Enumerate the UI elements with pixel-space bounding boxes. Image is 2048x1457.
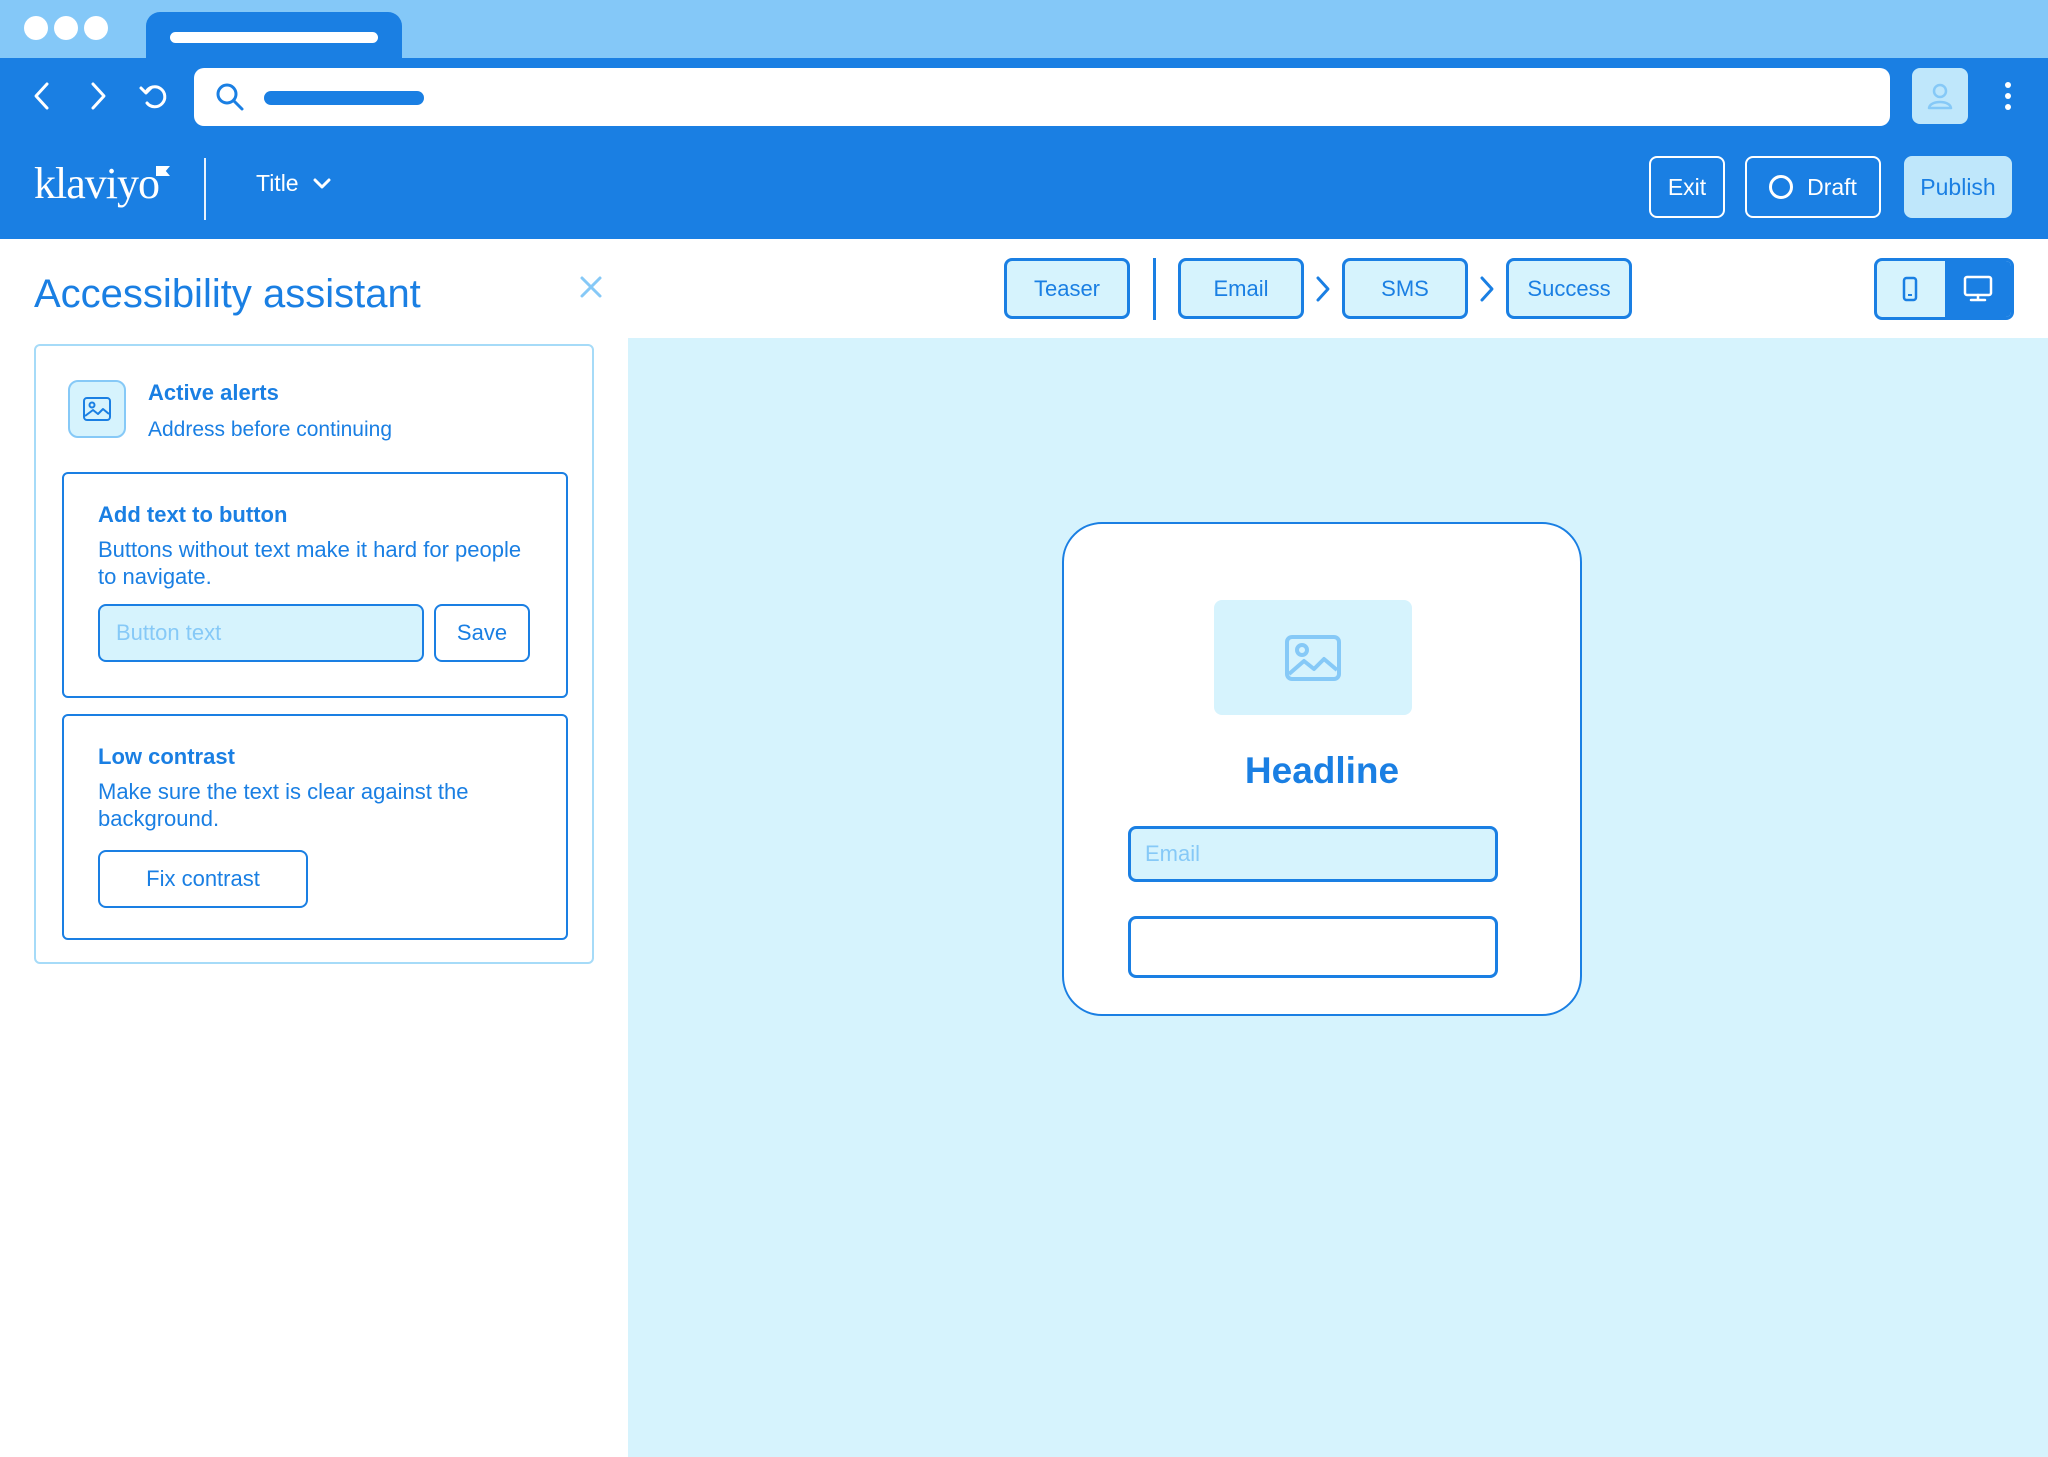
save-button[interactable]: Save xyxy=(434,604,530,662)
image-placeholder[interactable] xyxy=(1214,600,1412,715)
user-icon xyxy=(1927,83,1953,110)
chevron-right-icon xyxy=(1316,276,1330,302)
reload-button[interactable] xyxy=(134,76,174,116)
fix-contrast-button[interactable]: Fix contrast xyxy=(98,850,308,908)
fix-contrast-label: Fix contrast xyxy=(146,866,260,891)
window-maximize-dot[interactable] xyxy=(84,16,108,40)
publish-button[interactable]: Publish xyxy=(1904,156,2012,218)
title-dropdown-label: Title xyxy=(256,170,299,196)
desktop-view-button[interactable] xyxy=(1945,261,2011,317)
exit-label: Exit xyxy=(1667,173,1707,200)
draft-status-icon xyxy=(1769,175,1794,199)
issue-description: Make sure the text is clear against the … xyxy=(98,779,469,831)
draft-button[interactable]: Draft xyxy=(1745,156,1881,218)
form-headline[interactable]: Headline xyxy=(1064,750,1580,792)
reload-icon xyxy=(139,85,167,109)
issue-title: Add text to button xyxy=(98,502,288,527)
chevron-right-icon xyxy=(1480,276,1494,302)
more-vertical-icon[interactable] xyxy=(1994,76,2022,116)
panel-title: Accessibility assistant xyxy=(34,272,421,316)
issue-card-low-contrast: Low contrast Make sure the text is clear… xyxy=(62,714,568,940)
active-alerts-card: Active alerts Address before continuing … xyxy=(34,344,594,964)
email-field[interactable] xyxy=(1128,826,1498,882)
search-icon xyxy=(216,83,244,111)
step-email[interactable]: Email xyxy=(1178,258,1304,319)
active-alerts-title: Active alerts xyxy=(148,380,279,405)
chevron-down-icon xyxy=(313,178,331,188)
browser-nav-bar xyxy=(0,58,2048,138)
logo-flag-icon xyxy=(156,166,170,176)
mobile-icon xyxy=(1902,276,1918,302)
forward-arrow-icon xyxy=(91,82,106,110)
step-success-label: Success xyxy=(1527,275,1611,301)
draft-label: Draft xyxy=(1807,173,1857,200)
tab-title-placeholder xyxy=(170,32,378,43)
forward-button[interactable] xyxy=(78,76,118,116)
window-minimize-dot[interactable] xyxy=(54,16,78,40)
address-bar[interactable] xyxy=(194,68,1890,126)
publish-label: Publish xyxy=(1920,173,1996,200)
device-toggle xyxy=(1874,258,2014,320)
issue-card-button-text: Add text to button Buttons without text … xyxy=(62,472,568,698)
issue-description: Buttons without text make it hard for pe… xyxy=(98,537,522,589)
image-icon xyxy=(83,397,111,421)
button-text-input[interactable] xyxy=(98,604,424,662)
browser-tab-strip xyxy=(0,0,2048,70)
title-dropdown[interactable]: Title xyxy=(256,170,331,197)
step-email-label: Email xyxy=(1213,275,1269,301)
step-sms-label: SMS xyxy=(1381,275,1429,301)
step-teaser-label: Teaser xyxy=(1033,275,1101,301)
profile-button[interactable] xyxy=(1912,68,1968,124)
step-teaser[interactable]: Teaser xyxy=(1004,258,1130,319)
klaviyo-logo: klaviyo xyxy=(34,159,160,208)
save-label: Save xyxy=(456,620,508,645)
exit-button[interactable]: Exit xyxy=(1649,156,1725,218)
close-icon[interactable] xyxy=(574,270,608,304)
desktop-icon xyxy=(1963,275,1993,302)
app-header: klaviyo Title Exit Draft Publish xyxy=(0,138,2048,239)
signup-form-preview[interactable]: Headline xyxy=(1062,522,1582,1016)
issue-title: Low contrast xyxy=(98,744,235,769)
active-alerts-subtitle: Address before continuing xyxy=(148,418,392,441)
header-divider xyxy=(204,158,206,220)
image-icon xyxy=(1285,634,1341,681)
step-sms[interactable]: SMS xyxy=(1342,258,1468,319)
back-button[interactable] xyxy=(22,76,62,116)
step-divider xyxy=(1153,258,1156,320)
submit-button[interactable] xyxy=(1128,916,1498,978)
back-arrow-icon xyxy=(34,82,49,110)
address-text-placeholder xyxy=(264,91,424,105)
mobile-view-button[interactable] xyxy=(1877,261,1943,317)
preview-canvas: Headline xyxy=(628,338,2048,1457)
window-close-dot[interactable] xyxy=(24,16,48,40)
step-success[interactable]: Success xyxy=(1506,258,1632,319)
alert-icon-box xyxy=(68,380,126,438)
